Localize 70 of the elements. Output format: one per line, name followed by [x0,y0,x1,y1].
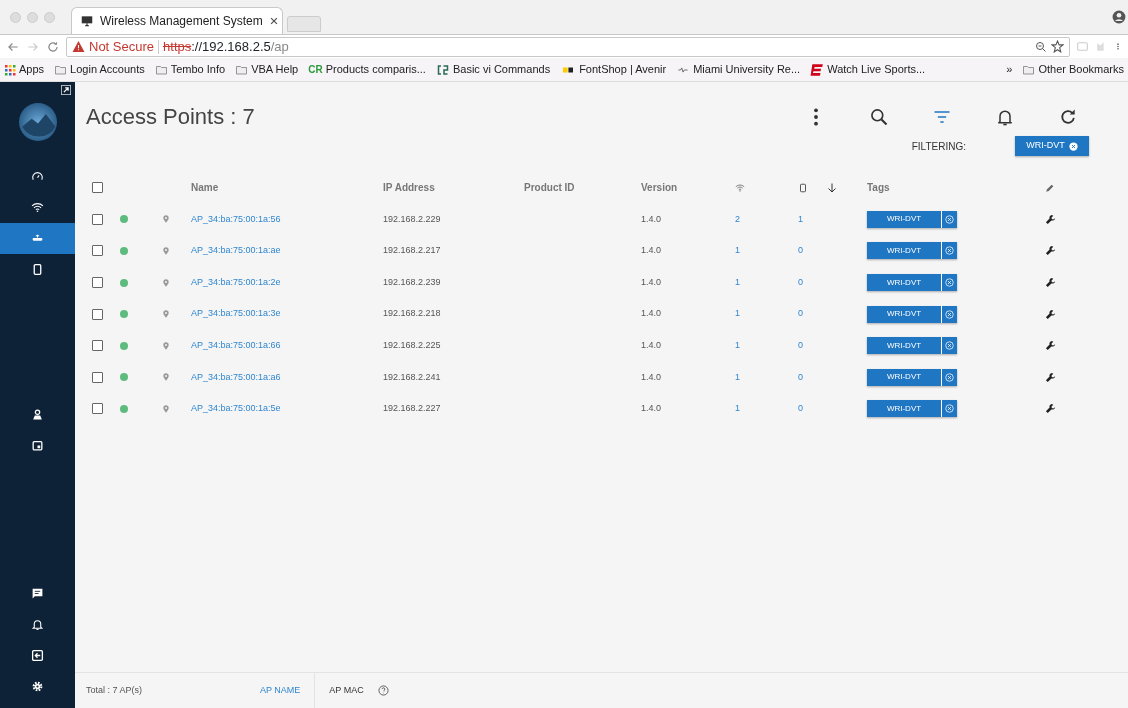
table-cell-text: 192.168.2.241 [383,370,442,384]
tag-label[interactable]: WRI-DVT [867,368,941,386]
table-cell-text: 1.4.0 [641,275,663,289]
bookmark-link[interactable]: Other Bookmarks [1022,61,1124,78]
ap-name-link[interactable]: AP_34:ba:75:00:1a:56 [191,213,281,224]
column-header[interactable]: Tags [867,180,1045,196]
bookmark-link[interactable]: Tembo Info [154,61,226,78]
site-logo: CR [308,63,323,77]
column-header[interactable]: Name [191,180,383,196]
count-link[interactable]: 1 [735,245,740,256]
column-header[interactable]: IP Address [383,180,524,196]
ap-name-link[interactable]: AP_34:ba:75:00:1a:3e [191,308,281,319]
ap-name-link[interactable]: AP_34:ba:75:00:1a:a6 [191,371,281,382]
filter-chip[interactable]: WRI-DVT [1015,136,1089,156]
tag-label[interactable]: WRI-DVT [867,337,941,355]
count-link[interactable]: 0 [798,340,803,350]
page-title: Access Points : 7 [86,104,255,131]
count-link[interactable]: 0 [798,308,803,319]
footer-tab[interactable]: AP NAME [246,672,315,708]
count-link[interactable]: 1 [735,276,740,287]
table-cell-text: 1.4.0 [641,370,663,384]
table-cell-text: 192.168.2.229 [383,212,442,226]
security-warning: Not Secure [89,37,155,56]
ap-name-link[interactable]: AP_34:ba:75:00:1a:5e [191,403,281,414]
tag-label[interactable]: WRI-DVT [867,400,941,418]
table-cell-text: 1.4.0 [641,402,663,416]
tag-label[interactable]: WRI-DVT [867,242,941,260]
column-header[interactable]: Product ID [524,180,641,196]
table-cell-text: 1.4.0 [641,339,663,352]
count-link[interactable]: 1 [798,213,803,224]
bookmark-link[interactable]: Login Accounts [54,61,145,78]
ap-name-link[interactable]: AP_34:ba:75:00:1a:66 [191,340,281,350]
table-cell-text: 1.4.0 [641,244,663,258]
bookmark-link[interactable]: Basic vi Commands [435,61,551,78]
bookmark-link[interactable]: Apps [4,61,45,78]
address-bar[interactable]: Not Secure https://192.168.2.5/ap [66,36,1070,57]
table-cell-text: 1.4.0 [641,307,663,321]
bookmark-link[interactable]: Miami University Re... [676,61,801,78]
browser-tab[interactable]: Wireless Management System [71,7,283,34]
count-link[interactable]: 0 [798,371,803,382]
bookmark-link[interactable]: FontShop | Avenir [560,61,667,78]
bookmark-link[interactable]: VBA Help [235,61,299,78]
ap-name-link[interactable]: AP_34:ba:75:00:1a:2e [191,276,281,287]
url-text: https://192.168.2.5/ap [163,37,289,56]
table-cell-text: 192.168.2.227 [383,402,442,416]
bookmark-link[interactable]: Watch Live Sports... [810,61,926,78]
table-cell-text: 192.168.2.225 [383,339,442,352]
total-count: Total : 7 AP(s) [86,683,144,697]
count-link[interactable]: 1 [735,403,740,414]
table-cell-text: 192.168.2.217 [383,244,442,258]
tag-label[interactable]: WRI-DVT [867,274,941,292]
table-cell-text: 1.4.0 [641,212,663,226]
table-cell-text: 192.168.2.239 [383,275,442,289]
filter-label: FILTERING: [911,139,966,154]
count-link[interactable]: 1 [735,371,740,382]
tab-title: Wireless Management System [100,13,263,30]
column-header[interactable]: Version [641,180,735,196]
footer-tab[interactable]: AP MAC [314,672,378,708]
ap-name-link[interactable]: AP_34:ba:75:00:1a:ae [191,245,281,256]
count-link[interactable]: 2 [735,213,740,224]
count-link[interactable]: 0 [798,276,803,287]
count-link[interactable]: 0 [798,403,803,414]
tag-label[interactable]: WRI-DVT [867,305,941,323]
tag-label[interactable]: WRI-DVT [867,210,941,228]
count-link[interactable]: 0 [798,245,803,256]
count-link[interactable]: 1 [735,308,740,319]
more-bookmarks-chevron[interactable]: » [1006,61,1013,78]
bookmark-link[interactable]: CR Products comparis... [308,61,426,78]
table-cell-text: 192.168.2.218 [383,307,442,321]
count-link[interactable]: 1 [735,340,740,350]
